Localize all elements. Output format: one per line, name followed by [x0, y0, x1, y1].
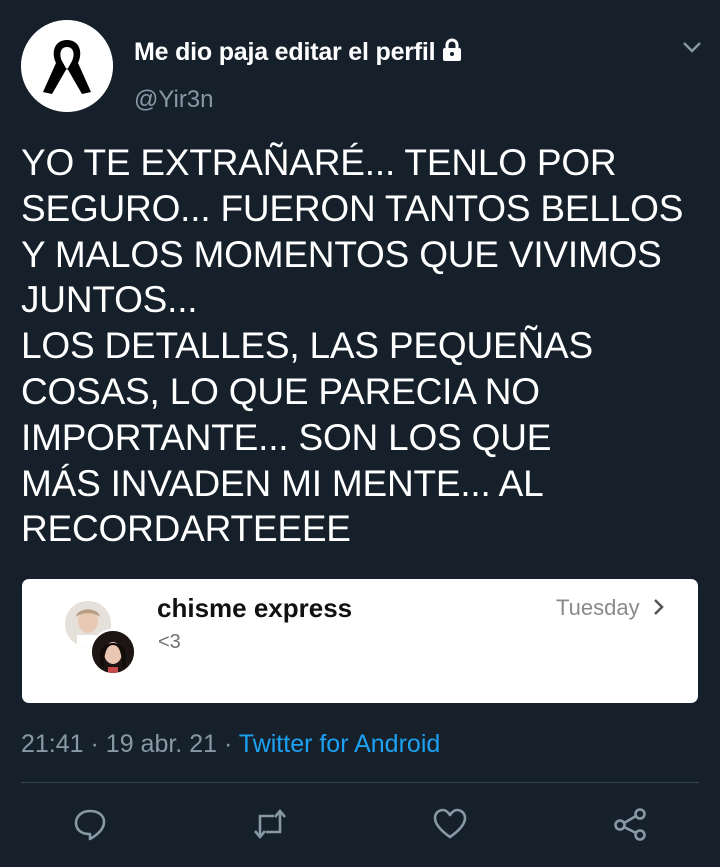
tweet-text: YO TE EXTRAÑARÉ... TENLO POR SEGURO... F…	[21, 142, 684, 550]
attached-image-card[interactable]: chisme express <3 Tuesday	[22, 579, 698, 703]
author-display-name[interactable]: Me dio paja editar el perfil	[134, 38, 463, 67]
share-icon	[614, 808, 646, 841]
tweet-date: 19 abr. 21	[105, 730, 218, 758]
retweet-button[interactable]	[250, 804, 290, 844]
chevron-right-icon	[654, 599, 664, 615]
retweet-icon	[254, 808, 286, 840]
reply-icon	[74, 809, 106, 841]
share-button[interactable]	[610, 804, 650, 844]
tweet-time: 21:41	[21, 730, 84, 758]
tweet-metadata: 21:41 · 19 abr. 21 · Twitter for Android	[21, 730, 440, 759]
tweet-header: Me dio paja editar el perfil @Yir3n	[0, 0, 720, 120]
author-avatar[interactable]	[21, 20, 113, 112]
reply-button[interactable]	[70, 804, 110, 844]
divider	[21, 782, 699, 783]
contact-avatar-secondary	[90, 629, 136, 675]
lock-icon	[443, 38, 462, 61]
chat-name: chisme express	[157, 593, 353, 623]
display-name-text: Me dio paja editar el perfil	[134, 38, 436, 66]
heart-icon	[433, 808, 467, 839]
tweet-actions	[0, 800, 720, 850]
chat-date: Tuesday	[556, 595, 640, 620]
meta-separator-2: ·	[223, 730, 233, 758]
tweet-source-link[interactable]: Twitter for Android	[239, 730, 440, 758]
chat-last-message: <3	[158, 631, 181, 653]
author-handle[interactable]: @Yir3n	[134, 86, 214, 114]
meta-separator: ·	[90, 730, 99, 758]
chevron-down-icon[interactable]	[680, 38, 704, 58]
black-ribbon-icon	[21, 20, 113, 112]
like-button[interactable]	[430, 804, 470, 844]
